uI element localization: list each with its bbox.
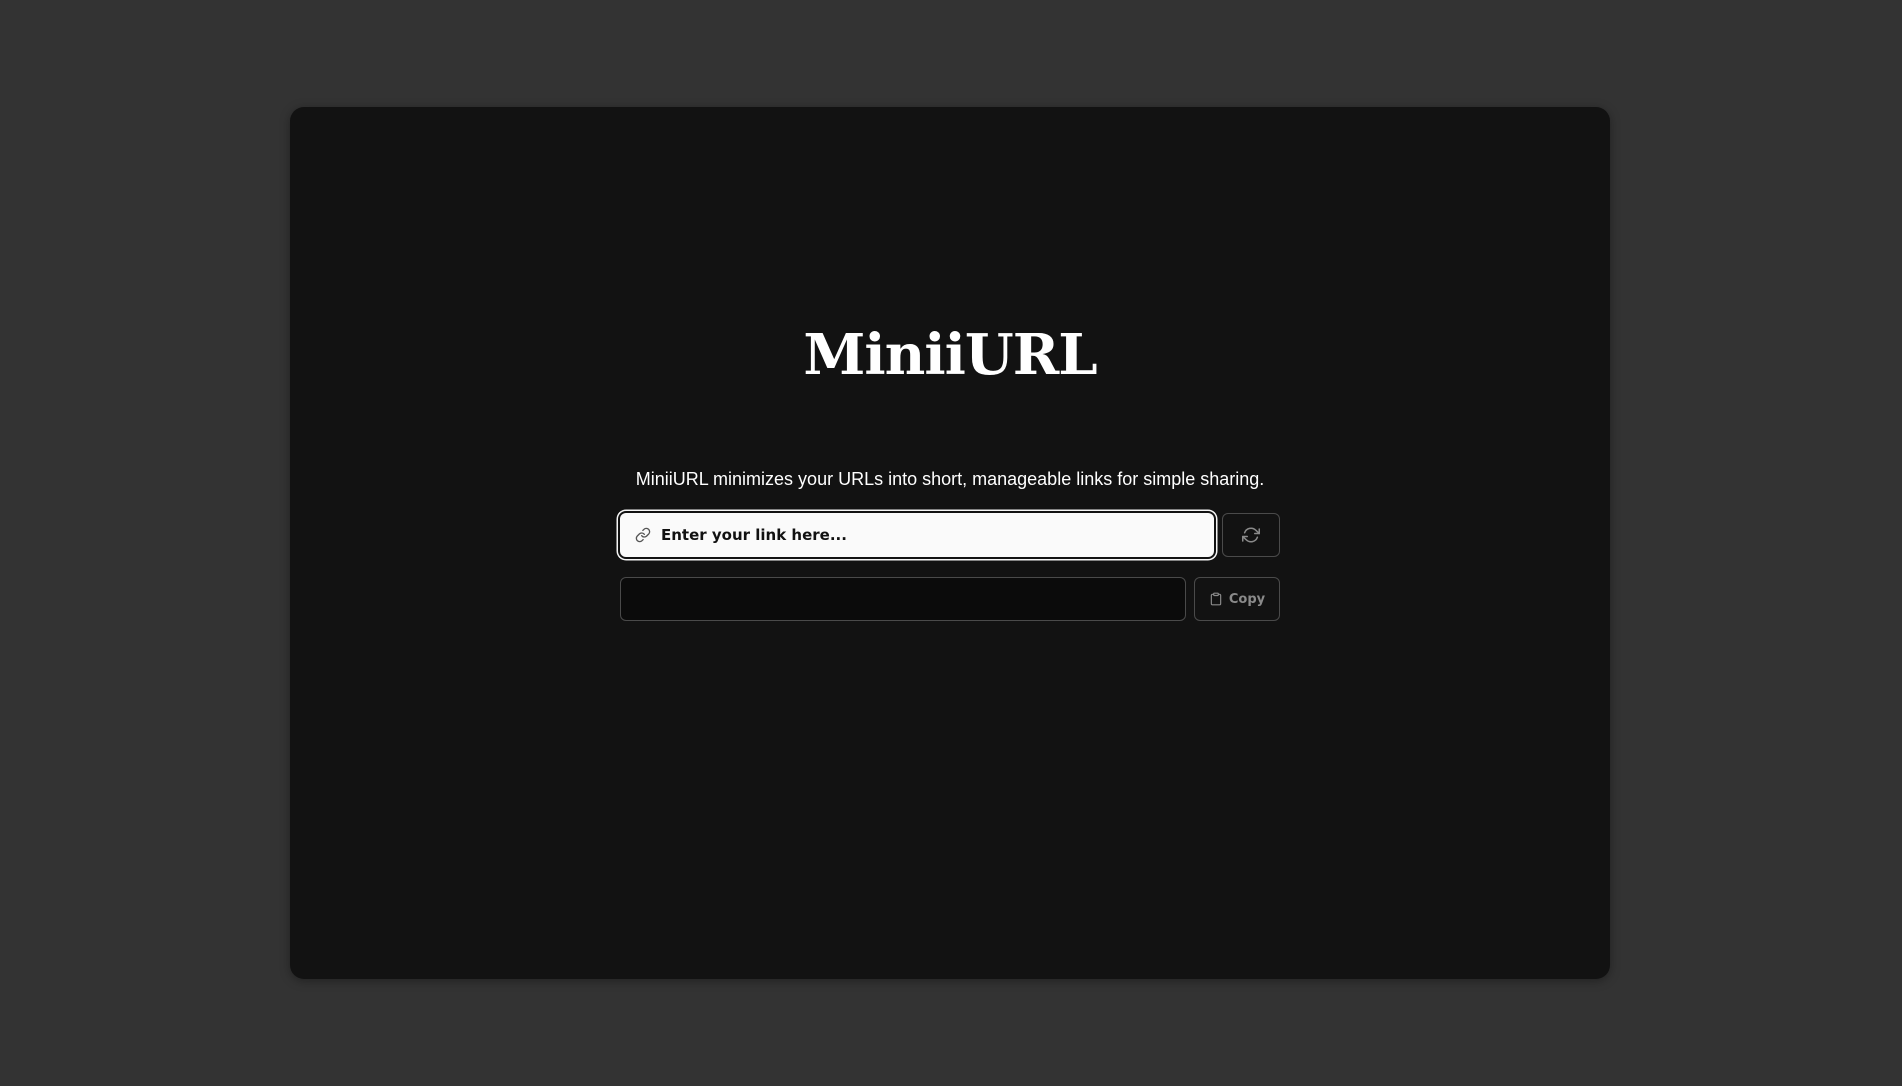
url-input-container[interactable] [620, 513, 1214, 557]
refresh-button[interactable] [1222, 513, 1280, 557]
link-icon [635, 527, 651, 543]
clipboard-icon [1209, 592, 1223, 606]
url-input[interactable] [651, 513, 1214, 557]
copy-button-label: Copy [1228, 591, 1266, 607]
refresh-icon [1242, 526, 1260, 544]
app-tagline: MiniiURL minimizes your URLs into short,… [635, 469, 1265, 489]
short-url-row: Copy [620, 577, 1280, 621]
url-input-row [620, 513, 1280, 557]
short-url-output[interactable] [620, 577, 1186, 621]
copy-button[interactable]: Copy [1194, 577, 1280, 621]
app-title: MiniiURL [803, 322, 1097, 388]
main-card: MiniiURL MiniiURL minimizes your URLs in… [290, 107, 1610, 979]
